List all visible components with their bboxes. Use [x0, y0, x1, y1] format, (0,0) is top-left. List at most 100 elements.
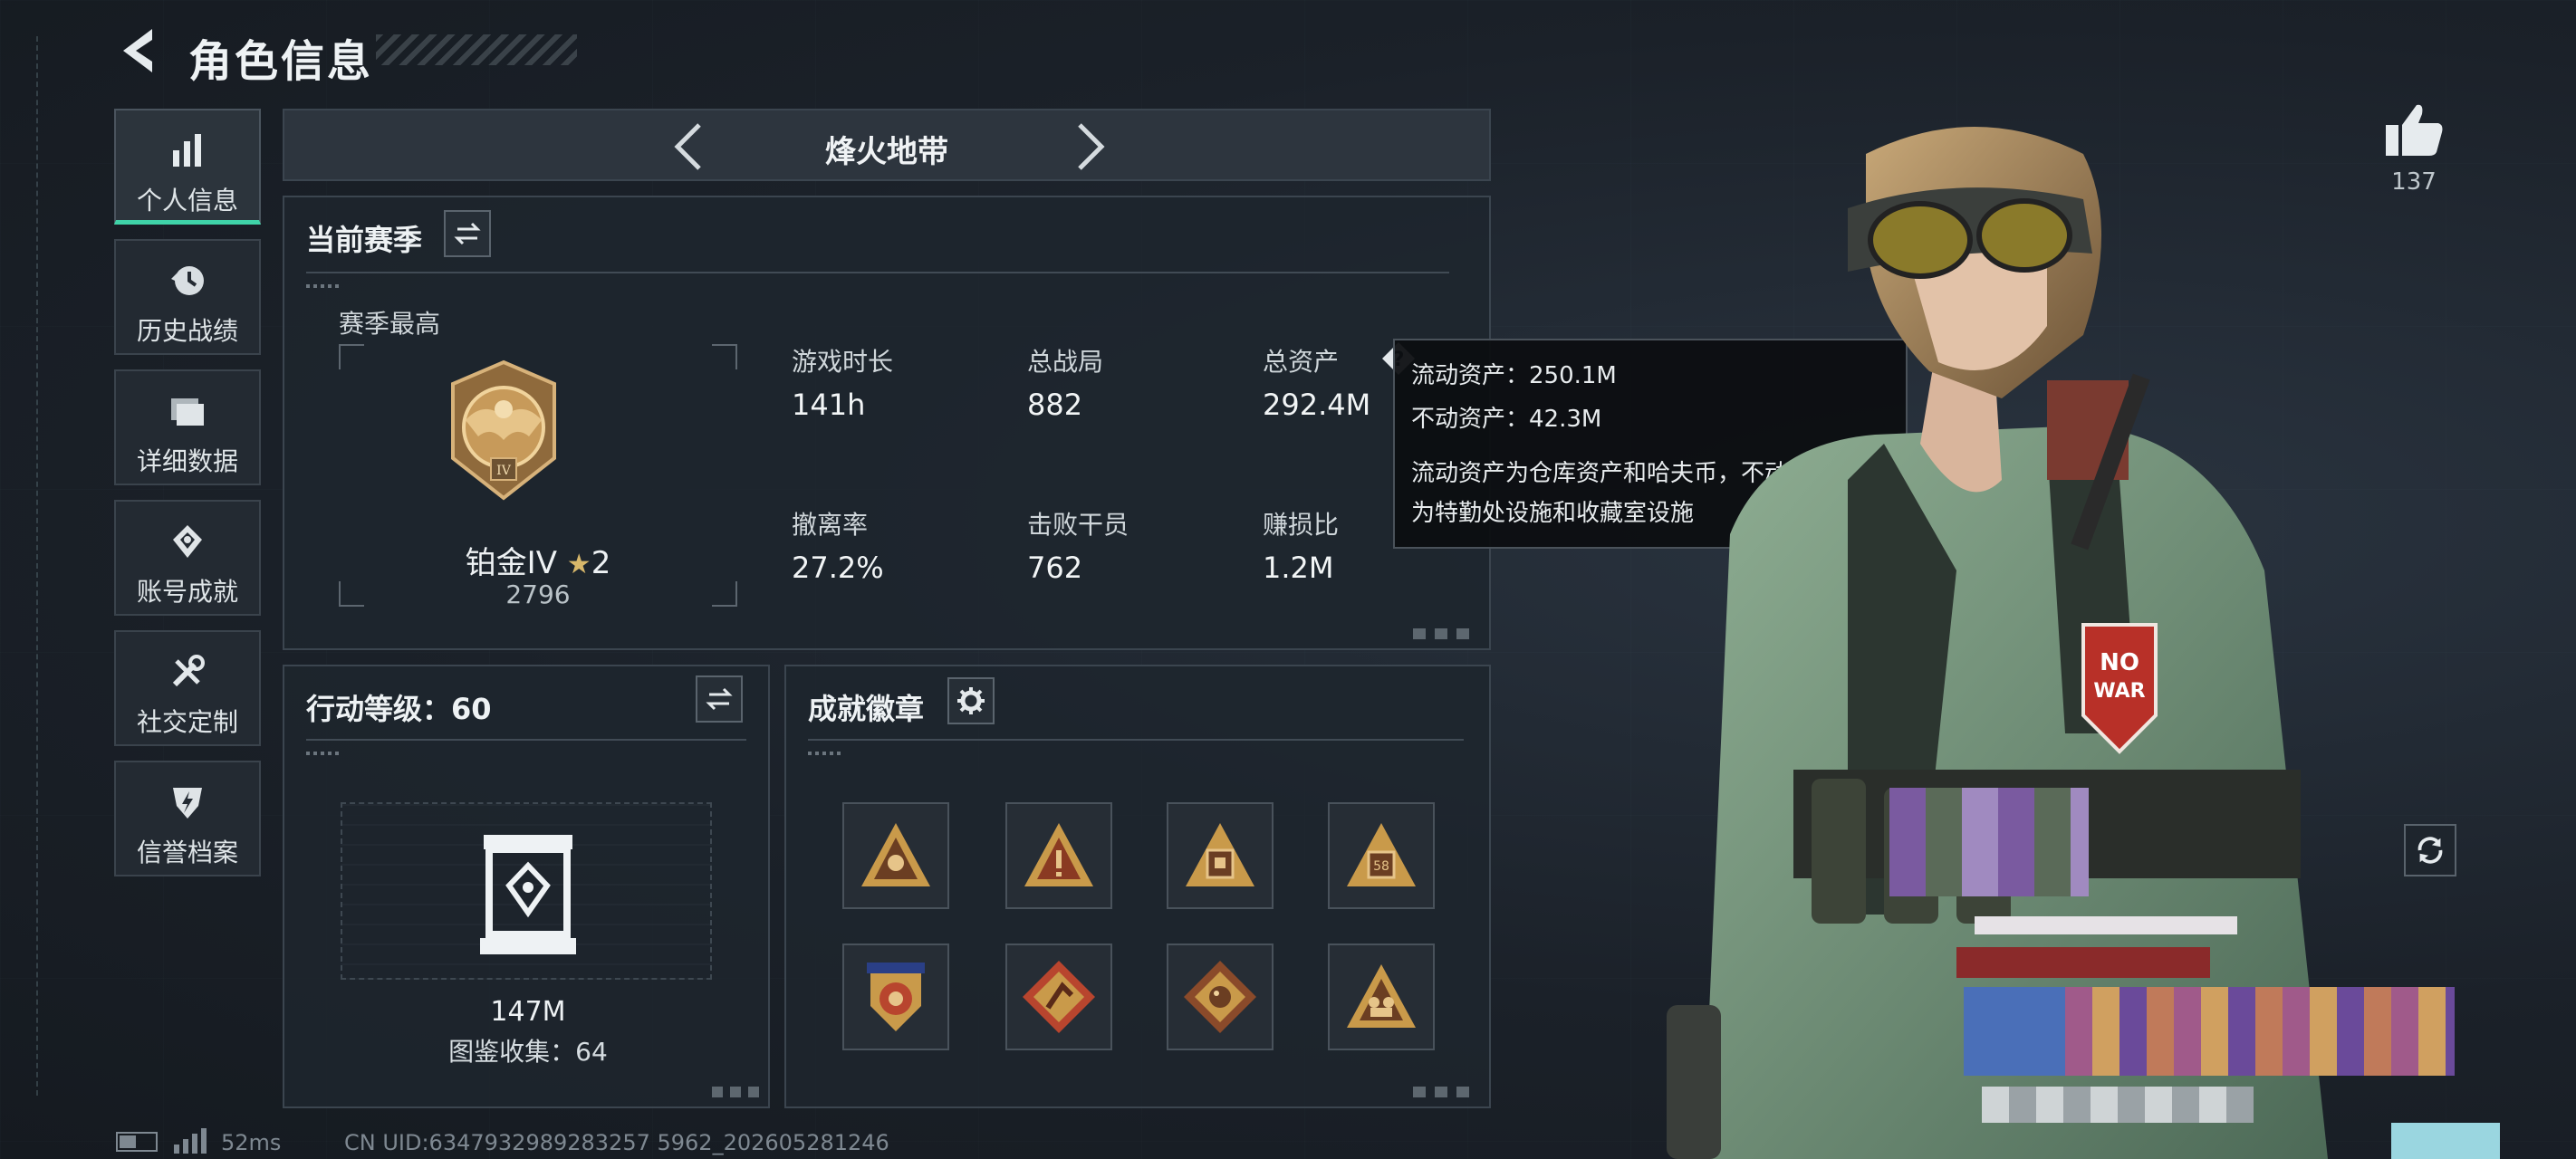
- ping-value: 52ms: [221, 1130, 282, 1155]
- gear-icon: [957, 687, 985, 714]
- season-switch-button[interactable]: [444, 210, 491, 257]
- badges-title: 成就徽章: [808, 692, 925, 726]
- action-level-divider: [306, 739, 746, 741]
- stat-play-time-label: 游戏时长: [792, 347, 894, 377]
- corner-decoration: [1413, 1087, 1476, 1097]
- title-decoration: [376, 34, 577, 65]
- rank-stars: 2: [591, 545, 611, 581]
- shield-eagle-badge-icon: [867, 963, 925, 1031]
- stat-kills-value: 762: [1027, 551, 1083, 585]
- next-mode-button[interactable]: [1063, 120, 1114, 174]
- triangle-skull-badge-icon: [861, 823, 930, 886]
- back-button[interactable]: [116, 25, 161, 76]
- mosaic-blur: [1982, 1087, 2254, 1123]
- swap-icon: [454, 222, 481, 245]
- sidebar-item-detail-data[interactable]: 详细数据: [114, 369, 261, 485]
- season-title: 当前赛季: [306, 223, 423, 257]
- action-level-switch-button[interactable]: [696, 675, 743, 723]
- frame-decoration: [36, 36, 40, 1096]
- mosaic-blur: [1956, 947, 2210, 978]
- history-clock-icon: [171, 266, 204, 295]
- badges-divider: [808, 739, 1464, 741]
- badge-slot[interactable]: [842, 943, 949, 1050]
- action-level-panel: 行动等级：60 147M 图鉴收集：64: [283, 665, 770, 1108]
- rank-emblem-icon: IV: [451, 359, 556, 501]
- action-level-title: 行动等级：60: [306, 692, 492, 726]
- season-panel: 当前赛季 赛季最高 IV 铂金IV ★2 2796 游戏时长 141h 总战局 …: [283, 196, 1491, 650]
- triangle-safe-badge-icon: [1186, 823, 1254, 886]
- corner-decoration: [1413, 628, 1476, 639]
- achievement-badges-panel: 成就徽章 58: [784, 665, 1491, 1108]
- badge-slot[interactable]: [1328, 943, 1435, 1050]
- badge-slot[interactable]: [842, 802, 949, 909]
- collection-display[interactable]: [341, 802, 712, 980]
- battery-icon: [116, 1132, 158, 1152]
- mosaic-blur: [1889, 788, 2089, 896]
- sidebar-item-reputation[interactable]: 信誉档案: [114, 761, 261, 876]
- stat-extract-rate-value: 27.2%: [792, 551, 884, 585]
- uid-text: CN UID:6347932989283257 5962_20260528124…: [344, 1130, 889, 1155]
- tools-icon: [172, 655, 205, 687]
- stat-profit-ratio-value: 1.2M: [1263, 551, 1334, 585]
- badge-slot[interactable]: [1005, 802, 1112, 909]
- sidebar-item-label: 社交定制: [136, 707, 238, 737]
- mosaic-blur: [1964, 987, 2065, 1076]
- collection-count: 图鉴收集：64: [448, 1037, 608, 1067]
- star-icon: ★: [566, 549, 591, 580]
- like-count: 137: [2391, 168, 2437, 196]
- diamond-runner-badge-icon: [1023, 961, 1095, 1033]
- rank-label: 铂金IV ★2: [339, 538, 737, 582]
- like-button[interactable]: [2382, 101, 2446, 159]
- chevron-right-icon: [1078, 123, 1105, 170]
- badge-slot[interactable]: [1167, 943, 1274, 1050]
- shield-bolt-icon: [173, 788, 202, 819]
- sidebar-item-personal-info[interactable]: 个人信息: [114, 109, 261, 225]
- refresh-button[interactable]: [2404, 824, 2456, 876]
- sidebar-item-label: 个人信息: [136, 186, 238, 216]
- sidebar-item-history[interactable]: 历史战绩: [114, 239, 261, 355]
- stat-total-assets-value: 292.4M: [1263, 388, 1371, 422]
- action-level-value: 147M: [490, 996, 566, 1028]
- badge-slot[interactable]: 58: [1328, 802, 1435, 909]
- corner-decoration: [712, 1087, 763, 1097]
- svg-text:NO: NO: [2100, 649, 2139, 676]
- frame-corner: [712, 344, 737, 369]
- stat-play-time-value: 141h: [792, 388, 866, 422]
- diamond-dragon-badge-icon: [1184, 961, 1256, 1033]
- stat-profit-ratio-label: 赚损比: [1263, 510, 1340, 540]
- season-divider: [306, 272, 1449, 273]
- back-arrow-icon: [123, 29, 152, 72]
- dotline-decoration: [306, 284, 339, 288]
- refresh-icon: [2417, 837, 2443, 864]
- stat-total-matches-label: 总战局: [1027, 347, 1104, 377]
- achievement-icon: [173, 525, 202, 558]
- mosaic-blur: [2065, 987, 2455, 1076]
- page-title: 角色信息: [188, 36, 374, 87]
- rank-score: 2796: [505, 580, 571, 609]
- dotline-decoration: [808, 752, 841, 755]
- stat-extract-rate-label: 撤离率: [792, 510, 869, 540]
- folder-icon: [171, 398, 204, 426]
- triangle-58-badge-icon: 58: [1347, 823, 1416, 886]
- sidebar-item-social-custom[interactable]: 社交定制: [114, 630, 261, 746]
- rank-name: 铂金IV: [465, 545, 557, 581]
- badge-slot[interactable]: [1005, 943, 1112, 1050]
- svg-text:58: 58: [1373, 859, 1389, 874]
- svg-text:IV: IV: [496, 464, 512, 478]
- sidebar-item-achievements[interactable]: 账号成就: [114, 500, 261, 616]
- frame-corner: [339, 344, 364, 369]
- mosaic-blur: [1975, 916, 2237, 934]
- mosaic-blur: [2391, 1123, 2500, 1159]
- sidebar-item-label: 详细数据: [136, 446, 238, 476]
- triangle-soldiers-badge-icon: [1347, 964, 1416, 1028]
- bar-chart-icon: [173, 134, 201, 167]
- sidebar-item-label: 历史战绩: [136, 316, 238, 346]
- badges-settings-button[interactable]: [947, 677, 995, 724]
- svg-text:WAR: WAR: [2093, 680, 2145, 703]
- sidebar: 个人信息 历史战绩 详细数据 账号成就 社交定制 信誉档案: [114, 109, 261, 891]
- collection-case-icon: [480, 835, 576, 954]
- badge-slot[interactable]: [1167, 802, 1274, 909]
- tooltip-fixed-assets: 不动资产：42.3M: [1411, 406, 1602, 433]
- stat-total-matches-value: 882: [1027, 388, 1083, 422]
- game-mode-name: 烽火地带: [825, 134, 948, 170]
